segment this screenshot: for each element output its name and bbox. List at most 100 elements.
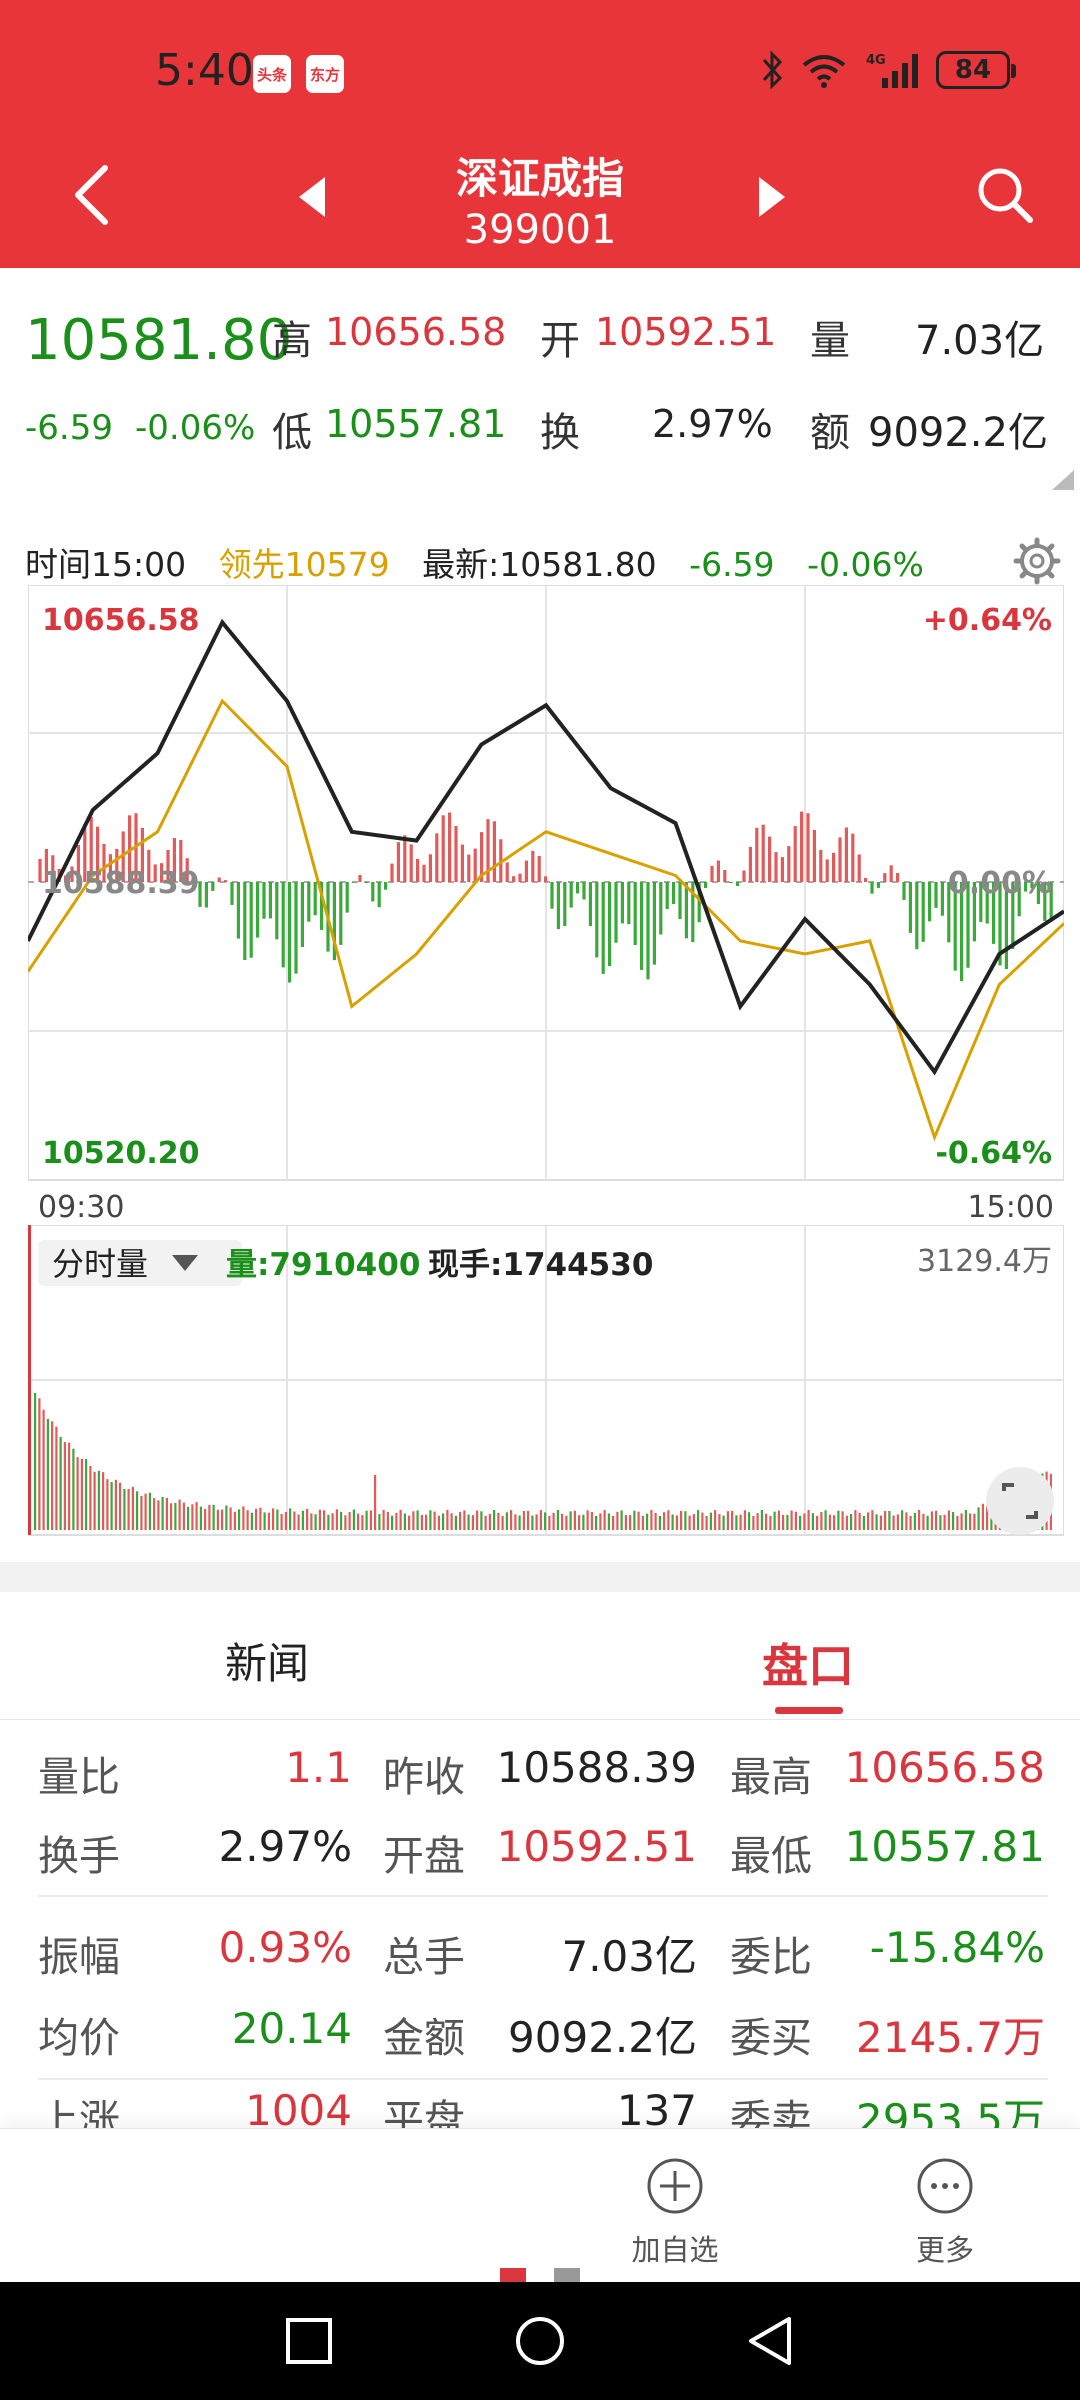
minute-volume-bar [212, 1504, 215, 1530]
intraday-price-chart[interactable]: 10656.58 10588.39 10520.20 +0.64% 0.00% … [28, 585, 1064, 1225]
minute-volume-bar [119, 1482, 122, 1530]
pressure-bar [256, 882, 260, 938]
minute-volume-bar [709, 1512, 712, 1530]
minute-volume-bar [688, 1515, 691, 1530]
active-tab-indicator [775, 1707, 843, 1714]
minute-volume-bar [382, 1509, 385, 1530]
minute-volume-bar [867, 1512, 870, 1530]
pressure-bar [659, 882, 663, 935]
minute-volume-bar [450, 1513, 453, 1530]
minute-volume-bar [722, 1515, 725, 1530]
pressure-bar [262, 882, 266, 919]
network-type-label: 4G [866, 53, 886, 68]
intraday-volume-chart[interactable]: 分时量 量:7910400 现手:1744530 3129.4万 [28, 1225, 1064, 1540]
pressure-bar [422, 864, 426, 882]
add-watchlist-button[interactable]: 加自选 [605, 2157, 745, 2269]
pressure-bar [204, 882, 208, 908]
minute-volume-bar [960, 1513, 963, 1530]
minute-volume-bar [569, 1511, 572, 1530]
settings-gear-icon[interactable] [1012, 536, 1062, 586]
pressure-bar [281, 882, 285, 968]
last-price: 10581.80 [25, 308, 293, 373]
minute-volume-bar [879, 1515, 882, 1530]
minute-volume-bar [743, 1510, 746, 1530]
minute-volume-bar [395, 1512, 398, 1530]
pressure-bar [416, 858, 420, 882]
minute-volume-bar [123, 1489, 126, 1530]
search-icon[interactable] [975, 165, 1035, 225]
pressure-bar [275, 882, 279, 940]
minute-volume-bar [361, 1515, 364, 1530]
expand-corner-icon[interactable] [1052, 470, 1074, 490]
next-triangle-icon[interactable] [755, 175, 789, 219]
minute-volume-bar [786, 1514, 789, 1530]
minute-volume-bar [416, 1510, 419, 1530]
minute-volume-bar [157, 1500, 160, 1530]
minute-volume-bar [459, 1511, 462, 1530]
minute-volume-bar [646, 1513, 649, 1530]
minute-volume-bar [505, 1512, 508, 1530]
pressure-bar [652, 882, 656, 965]
pressure-bar [307, 882, 311, 922]
minute-volume-bar [229, 1507, 232, 1530]
minute-volume-bar [114, 1479, 117, 1530]
back-triangle-icon[interactable] [745, 2315, 793, 2367]
minute-volume-bar [607, 1513, 610, 1530]
volume-total-label: 量:7910400 [226, 1247, 420, 1283]
pressure-bar [217, 877, 221, 882]
minute-volume-bar [544, 1512, 547, 1530]
pressure-bar [729, 882, 733, 884]
pressure-bar [441, 815, 445, 882]
recents-square-icon[interactable] [285, 2317, 333, 2365]
pressure-bar [915, 882, 919, 950]
minute-volume-bar [799, 1515, 802, 1530]
pressure-bar [236, 882, 240, 939]
pressure-bar [595, 882, 599, 958]
minute-volume-bar [136, 1491, 139, 1530]
more-button[interactable]: 更多 [875, 2157, 1015, 2269]
minute-volume-bar [374, 1475, 377, 1530]
minute-volume-bar [612, 1515, 615, 1530]
pressure-bar [339, 882, 343, 945]
minute-volume-bar [901, 1510, 904, 1530]
toutiao-app-icon: 头条 [253, 55, 291, 93]
minute-volume-bar [680, 1510, 683, 1530]
minute-volume-bar [488, 1513, 491, 1530]
pressure-bar [851, 833, 855, 882]
low-label: 低 [272, 410, 312, 456]
pressure-bar [736, 882, 740, 886]
minute-volume-bar [378, 1514, 381, 1530]
section-divider [0, 1562, 1080, 1592]
pressure-bar [448, 812, 452, 882]
minute-volume-bar [871, 1510, 874, 1530]
minute-volume-bar [969, 1513, 972, 1530]
stat-label: 委比 [730, 1933, 812, 1981]
pressure-bar [294, 882, 298, 974]
high-value: 10656.58 [325, 310, 507, 354]
amount-value: 9092.2亿 [868, 410, 1048, 456]
fullscreen-icon[interactable] [986, 1467, 1054, 1535]
minute-volume-bar [471, 1515, 474, 1530]
pressure-bar [268, 882, 272, 919]
minute-volume-bar [221, 1509, 224, 1530]
minute-volume-bar [480, 1511, 483, 1530]
tab-news[interactable]: 新闻 [225, 1630, 309, 1691]
minute-volume-bar [182, 1502, 185, 1530]
pressure-bar [473, 848, 477, 882]
pressure-bar [569, 882, 573, 908]
pressure-bar [633, 882, 637, 945]
minute-volume-bar [318, 1509, 321, 1530]
stat-label: 振幅 [38, 1933, 120, 1981]
minute-volume-bar [348, 1512, 351, 1530]
volume-max-label: 3129.4万 [917, 1244, 1052, 1279]
pressure-bar [505, 862, 509, 882]
minute-volume-bar [233, 1511, 236, 1530]
open-value: 10592.51 [595, 310, 777, 354]
tab-handicap[interactable]: 盘口 [762, 1630, 854, 1696]
minute-volume-bar [981, 1503, 984, 1530]
pressure-bar [672, 882, 676, 904]
minute-volume-bar [777, 1510, 780, 1530]
minute-volume-bar [760, 1510, 763, 1530]
stat-label: 均价 [38, 2014, 120, 2062]
home-circle-icon[interactable] [514, 2315, 566, 2367]
